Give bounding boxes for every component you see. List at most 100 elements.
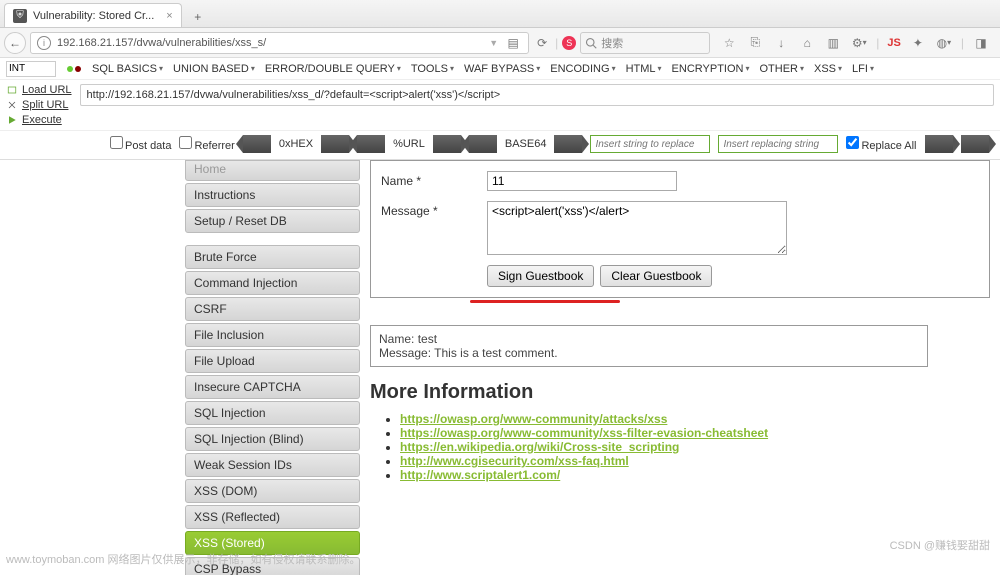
menu-waf-bypass[interactable]: WAF BYPASS▾ [464,63,540,75]
hex-label: 0xHEX [279,138,313,150]
replace-go[interactable] [925,135,953,153]
back-button[interactable]: ← [4,32,26,54]
menu-sql-basics[interactable]: SQL BASICS▾ [92,63,163,75]
sidebar-item-instructions[interactable]: Instructions [185,183,360,207]
message-label: Message * [381,201,481,218]
sidebar-item-sqli-blind[interactable]: SQL Injection (Blind) [185,427,360,451]
noscript-icon[interactable]: S [562,36,576,50]
hackbar-menu: SQL BASICS▾ UNION BASED▾ ERROR/DOUBLE QU… [0,58,1000,80]
replace-string-input[interactable] [590,135,710,153]
sidebar-item-setup[interactable]: Setup / Reset DB [185,209,360,233]
tab-favicon: ⛨ [13,9,27,23]
sign-button[interactable]: Sign Guestbook [487,265,594,287]
more-info-section: More Information https://owasp.org/www-c… [370,381,990,482]
comment-msg-value: This is a test comment. [434,346,557,360]
execute-action[interactable]: Execute [6,114,72,126]
sidebar-item-xss-reflected[interactable]: XSS (Reflected) [185,505,360,529]
menu-other[interactable]: OTHER▾ [759,63,804,75]
pocket-icon[interactable]: ⎘ [746,34,764,52]
menu-lfi[interactable]: LFI▾ [852,63,874,75]
new-tab-button[interactable]: + [186,7,210,27]
dvwa-sidebar: Home Instructions Setup / Reset DB Brute… [185,160,360,575]
watermark-right: CSDN @赚钱娶甜甜 [890,537,990,553]
close-icon[interactable]: × [166,10,172,22]
guestbook-form: Name * Message * Sign Guestbook Clear Gu… [370,160,990,298]
menu-union-based[interactable]: UNION BASED▾ [173,63,255,75]
addon-icon[interactable]: ⚙▾ [850,34,868,52]
sidebar-item-sqli[interactable]: SQL Injection [185,401,360,425]
sidebar-item-command[interactable]: Command Injection [185,271,360,295]
sidebar-item-csrf[interactable]: CSRF [185,297,360,321]
name-input[interactable] [487,171,677,191]
message-input[interactable] [487,201,787,255]
url-right[interactable] [433,135,461,153]
home-icon[interactable]: ⌂ [798,34,816,52]
info-link-0[interactable]: https://owasp.org/www-community/attacks/… [400,412,667,426]
hackbar-url-input[interactable] [80,84,994,106]
url-label: %URL [393,138,425,150]
b64-right[interactable] [554,135,582,153]
menu-tools[interactable]: TOOLS▾ [411,63,454,75]
info-link-3[interactable]: http://www.cgisecurity.com/xss-faq.html [400,454,629,468]
search-placeholder: 搜索 [601,35,623,51]
tab-title: Vulnerability: Stored Cr... [33,10,154,22]
search-box[interactable]: 搜索 [580,32,710,54]
sidebar-item-home[interactable]: Home [185,160,360,181]
sidebar-item-weak-session[interactable]: Weak Session IDs [185,453,360,477]
hackbar-body: Load URL Split URL Execute [0,80,1000,131]
replace-all-checkbox[interactable]: Replace All [846,136,916,152]
clear-button[interactable]: Clear Guestbook [600,265,712,287]
main-content: Name * Message * Sign Guestbook Clear Gu… [360,160,1000,575]
referrer-checkbox[interactable]: Referrer [179,136,234,152]
replacing-string-input[interactable] [718,135,838,153]
reload-button[interactable]: ⟳ [533,34,551,52]
load-url-action[interactable]: Load URL [6,84,72,96]
sidebar-item-file-inclusion[interactable]: File Inclusion [185,323,360,347]
hex-left[interactable] [243,135,271,153]
watermark-left: www.toymoban.com 网络图片仅供展示，非存储，如有侵权请联系删除。 [6,551,360,567]
separator: | [876,36,879,50]
separator: | [961,36,964,50]
url-box[interactable]: i 192.168.21.157/dvwa/vulnerabilities/xs… [30,32,529,54]
address-bar: ← i 192.168.21.157/dvwa/vulnerabilities/… [0,28,1000,58]
db-select[interactable] [6,61,56,77]
sidebar-item-xss-dom[interactable]: XSS (DOM) [185,479,360,503]
name-label: Name * [381,171,481,188]
replace-go2[interactable] [961,135,989,153]
info-icon[interactable]: i [37,36,51,50]
menu-encoding[interactable]: ENCODING▾ [550,63,615,75]
sidebar-item-file-upload[interactable]: File Upload [185,349,360,373]
sidebar-item-brute[interactable]: Brute Force [185,245,360,269]
hex-right[interactable] [321,135,349,153]
url-left[interactable] [357,135,385,153]
downloads-icon[interactable]: ↓ [772,34,790,52]
led-green [66,63,82,75]
reader-icon[interactable]: ▤ [504,34,522,52]
red-annotation [470,300,610,303]
b64-left[interactable] [469,135,497,153]
sidebar-icon[interactable]: ◨ [972,34,990,52]
bookmark-icon[interactable]: ☆ [720,34,738,52]
comment-msg-label: Message: [379,346,431,360]
js-icon[interactable]: JS [887,37,900,49]
menu-error-query[interactable]: ERROR/DOUBLE QUERY▾ [265,63,401,75]
info-link-4[interactable]: http://www.scriptalert1.com/ [400,468,560,482]
menu-encryption[interactable]: ENCRYPTION▾ [672,63,750,75]
menu-html[interactable]: HTML▾ [626,63,662,75]
more-info-heading: More Information [370,381,990,404]
separator: | [555,36,558,50]
extension-icon[interactable]: ✦ [909,34,927,52]
info-link-1[interactable]: https://owasp.org/www-community/xss-filt… [400,426,768,440]
dropdown-icon[interactable]: ▼ [489,38,498,48]
info-link-2[interactable]: https://en.wikipedia.org/wiki/Cross-site… [400,440,679,454]
comment-name-value: test [418,332,437,346]
split-url-action[interactable]: Split URL [6,99,72,111]
sidebar-item-captcha[interactable]: Insecure CAPTCHA [185,375,360,399]
cookie-icon[interactable]: ◍▾ [935,34,953,52]
b64-label: BASE64 [505,138,547,150]
comment-name-label: Name: [379,332,414,346]
browser-tab[interactable]: ⛨ Vulnerability: Stored Cr... × [4,3,182,27]
library-icon[interactable]: ▥ [824,34,842,52]
post-data-checkbox[interactable]: Post data [110,136,171,152]
menu-xss[interactable]: XSS▾ [814,63,842,75]
